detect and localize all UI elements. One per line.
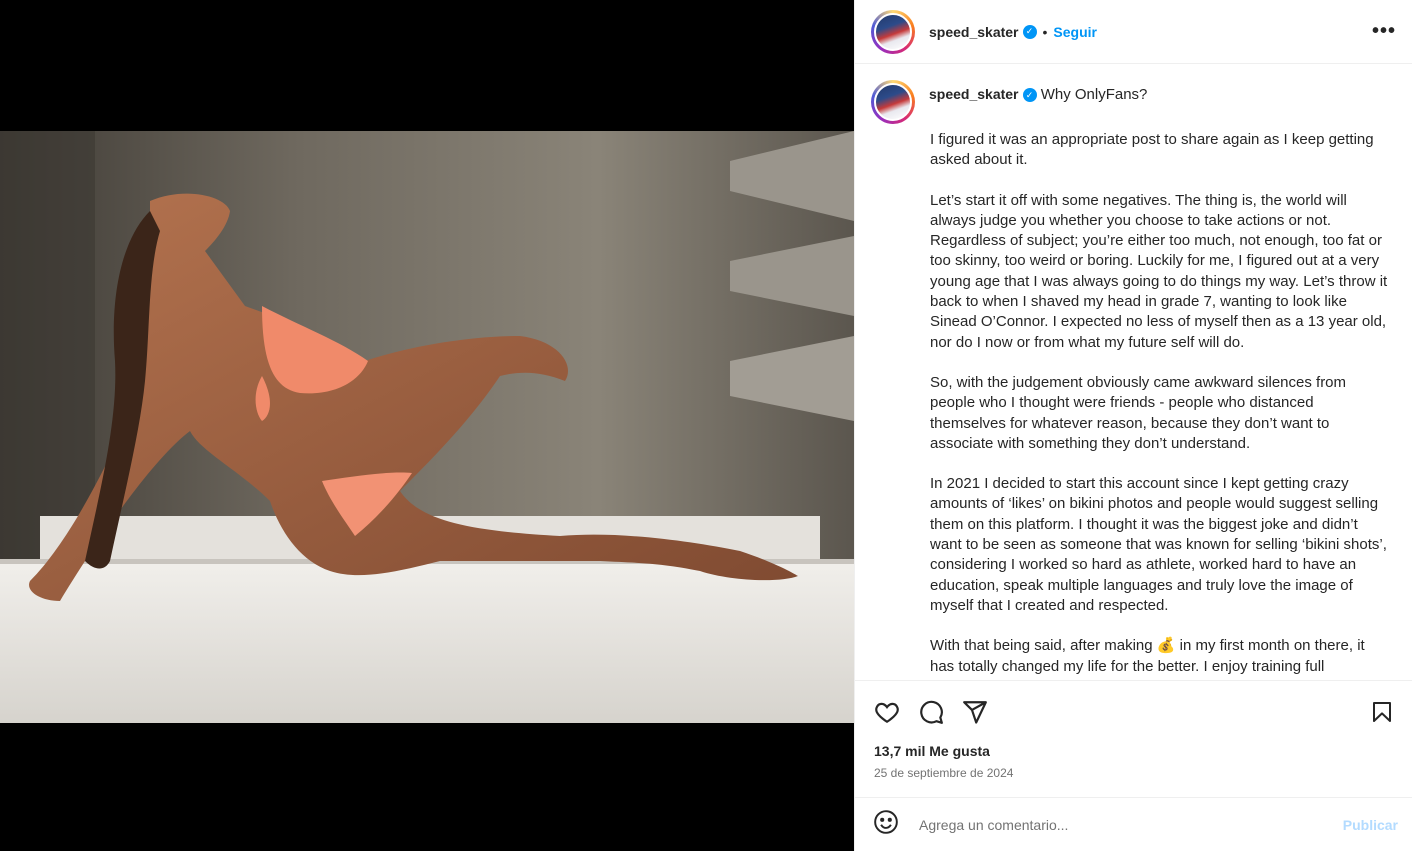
comment-bar: Publicar [855, 797, 1412, 851]
caption-area[interactable]: speed_skater ✓ Why OnlyFans? I figured it… [855, 64, 1412, 681]
caption-head: speed_skater ✓ Why OnlyFans? [855, 64, 1412, 124]
caption-avatar[interactable] [874, 83, 912, 121]
caption-first-line: speed_skater ✓ Why OnlyFans? [929, 86, 1147, 103]
caption-paragraph: So, with the judgement obviously came aw… [930, 373, 1347, 452]
follow-button[interactable]: Seguir [1053, 24, 1097, 40]
comment-icon[interactable] [915, 696, 947, 728]
heart-icon[interactable] [871, 696, 903, 728]
caption-paragraph: In 2021 I decided to start this account … [930, 475, 1387, 614]
comment-input[interactable] [917, 815, 1343, 834]
bookmark-icon[interactable] [1366, 696, 1398, 728]
share-icon[interactable] [959, 696, 991, 728]
avatar-ring[interactable] [871, 9, 915, 54]
caption-body: I figured it was an appropriate post to … [855, 130, 1412, 677]
verified-icon: ✓ [1022, 24, 1037, 39]
avatar[interactable] [874, 12, 912, 51]
post-header: speed_skater ✓ • Seguir ••• [855, 0, 1412, 64]
post-media [0, 0, 854, 851]
post-date[interactable]: 25 de septiembre de 2024 [874, 766, 1013, 780]
post-photo[interactable] [0, 131, 854, 723]
action-bar [871, 692, 1398, 732]
photo-illustration [0, 131, 854, 723]
header-username[interactable]: speed_skater [929, 24, 1019, 40]
caption-paragraph: Let’s start it off with some negatives. … [930, 191, 1388, 351]
caption-paragraph: With that being said, after making 💰 in … [930, 637, 1365, 675]
caption-paragraph: I figured it was an appropriate post to … [930, 131, 1374, 169]
caption-title: Why OnlyFans? [1040, 86, 1148, 103]
caption-avatar-ring[interactable] [871, 80, 915, 124]
publish-button[interactable]: Publicar [1343, 817, 1398, 833]
caption-username[interactable]: speed_skater [929, 86, 1019, 102]
emoji-icon[interactable] [873, 809, 899, 840]
more-icon[interactable]: ••• [1372, 20, 1396, 43]
likes-count[interactable]: 13,7 mil Me gusta [874, 743, 990, 759]
header-separator: • [1042, 23, 1048, 40]
verified-icon: ✓ [1022, 88, 1037, 103]
post-panel: speed_skater ✓ • Seguir ••• speed_skater… [854, 0, 1412, 851]
